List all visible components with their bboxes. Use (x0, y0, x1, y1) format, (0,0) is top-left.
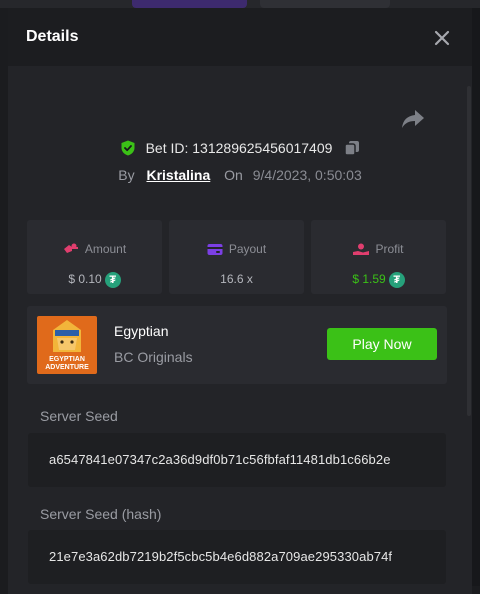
thumb-text-1: EGYPTIAN (49, 356, 85, 363)
background-wallet-chip (132, 0, 247, 8)
game-provider: BC Originals (114, 349, 193, 365)
stat-amount: Amount $ 0.10 ₮ (27, 220, 162, 294)
share-icon (402, 110, 424, 128)
stat-payout: Payout 16.6 x (169, 220, 304, 294)
on-label: On (224, 167, 243, 183)
bet-details-modal: Details Bet ID: 131289625456017409 By Kr… (8, 8, 472, 594)
stats-row: Amount $ 0.10 ₮ Payout 16.6 x Profit $ 1… (27, 220, 447, 295)
user-link[interactable]: Kristalina (146, 167, 210, 183)
bet-author-row: By Kristalina On 9/4/2023, 0:50:03 (8, 167, 472, 183)
background-page-top (0, 0, 480, 8)
scrollbar[interactable] (467, 86, 471, 416)
server-seed-value: a6547841e07347c2a36d9df0b71c56fbfaf11481… (49, 452, 391, 467)
payout-label: Payout (228, 242, 267, 256)
thumb-text-2: ADVENTURE (45, 364, 89, 371)
tether-icon: ₮ (104, 272, 121, 288)
bet-id-label: Bet ID: (145, 140, 189, 157)
server-seed-hash-value: 21e7e3a62db7219b2f5cbc5b4e6d882a709ae295… (49, 549, 393, 564)
modal-header: Details (8, 8, 472, 66)
share-button[interactable] (400, 108, 426, 130)
wallet-icon (207, 244, 223, 256)
profit-label: Profit (375, 242, 404, 256)
amount-icon (63, 243, 78, 254)
payout-value: 16.6 x (220, 272, 253, 286)
server-seed-hash-field[interactable]: 21e7e3a62db7219b2f5cbc5b4e6d882a709ae295… (28, 530, 446, 584)
close-icon (434, 30, 450, 46)
bet-id-value: 131289625456017409 (192, 140, 333, 157)
by-label: By (118, 167, 135, 183)
game-card: EGYPTIAN ADVENTURE Egyptian BC Originals… (27, 306, 447, 384)
modal-title: Details (26, 28, 79, 45)
bet-id-row: Bet ID: 131289625456017409 (8, 139, 472, 156)
close-button[interactable] (428, 24, 456, 52)
game-name: Egyptian (114, 323, 169, 339)
profit-value: $ 1.59 (352, 272, 386, 287)
copy-icon[interactable] (344, 140, 360, 157)
game-thumbnail[interactable]: EGYPTIAN ADVENTURE (37, 316, 97, 374)
tether-icon: ₮ (388, 272, 405, 288)
verified-shield-icon (121, 140, 135, 156)
server-seed-hash-label: Server Seed (hash) (40, 506, 162, 522)
profit-icon (353, 243, 370, 256)
background-user-chip (260, 0, 390, 8)
background-page-left (0, 8, 8, 594)
amount-value: $ 0.10 (68, 272, 102, 287)
server-seed-label: Server Seed (40, 408, 118, 424)
egyptian-adventure-thumbnail: EGYPTIAN ADVENTURE (37, 316, 97, 374)
amount-label: Amount (84, 242, 127, 256)
play-now-button[interactable]: Play Now (327, 328, 437, 360)
bet-datetime: 9/4/2023, 0:50:03 (252, 167, 362, 183)
stat-profit: Profit $ 1.59 ₮ (311, 220, 446, 294)
server-seed-field[interactable]: a6547841e07347c2a36d9df0b71c56fbfaf11481… (28, 433, 446, 487)
